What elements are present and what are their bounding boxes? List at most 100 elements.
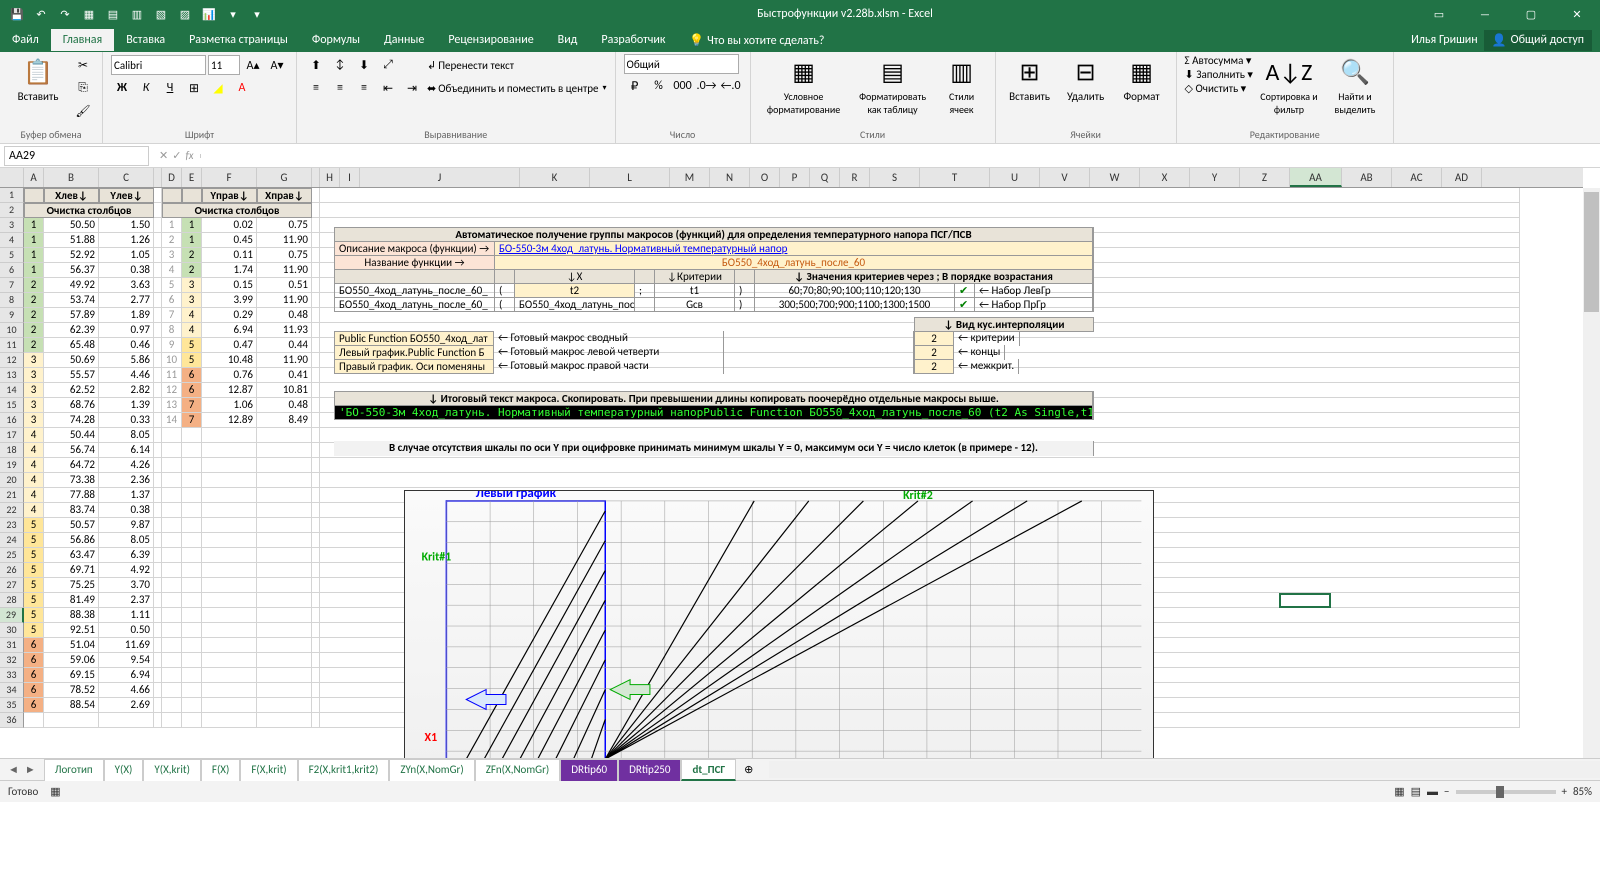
- row-header-19[interactable]: 19: [0, 458, 24, 473]
- zoom-slider[interactable]: [1456, 790, 1556, 794]
- col-header-U[interactable]: U: [990, 168, 1040, 187]
- clear-button[interactable]: ◇ Очистить ▾: [1185, 82, 1253, 95]
- view-normal-icon[interactable]: ▦: [1394, 785, 1404, 798]
- col-header-A[interactable]: A: [24, 168, 44, 187]
- sheet-tab-DRtip250[interactable]: DRtip250: [618, 759, 681, 781]
- row-header-14[interactable]: 14: [0, 383, 24, 398]
- row-header-24[interactable]: 24: [0, 533, 24, 548]
- horizontal-scrollbar[interactable]: [769, 761, 1600, 778]
- row-header-21[interactable]: 21: [0, 488, 24, 503]
- col-header-D[interactable]: D: [162, 168, 182, 187]
- sheet-tab-Y(X)[interactable]: Y(X): [104, 759, 144, 781]
- align-center-icon[interactable]: ≡: [329, 77, 351, 99]
- thousands-icon[interactable]: 000: [672, 75, 694, 97]
- col-header-R[interactable]: R: [840, 168, 870, 187]
- name-box[interactable]: [4, 146, 149, 166]
- new-sheet-button[interactable]: ⊕: [736, 763, 761, 776]
- cancel-fx-icon[interactable]: ✕: [159, 149, 168, 162]
- embedded-chart[interactable]: Левый график Krit#1 Krit#2 X1: [404, 490, 1154, 758]
- undo-icon[interactable]: ↶: [30, 3, 52, 25]
- col-header-P[interactable]: P: [780, 168, 810, 187]
- col-header-AB[interactable]: AB: [1342, 168, 1392, 187]
- row-header-18[interactable]: 18: [0, 443, 24, 458]
- cut-icon[interactable]: ✂: [72, 54, 94, 76]
- orientation-icon[interactable]: ⤢: [377, 54, 399, 76]
- ribbon-options-icon[interactable]: ▭: [1416, 0, 1462, 28]
- align-right-icon[interactable]: ≡: [353, 77, 375, 99]
- qat-more-icon[interactable]: ▾: [246, 3, 268, 25]
- tab-nav-last-icon[interactable]: ►: [25, 763, 36, 776]
- save-icon[interactable]: 💾: [6, 3, 28, 25]
- col-header-J[interactable]: J: [360, 168, 520, 187]
- percent-icon[interactable]: %: [648, 75, 670, 97]
- col-header-B[interactable]: B: [44, 168, 99, 187]
- autosum-button[interactable]: Σ Автосумма ▾: [1185, 54, 1253, 67]
- fx-icon[interactable]: fx: [185, 149, 193, 162]
- row-header-10[interactable]: 10: [0, 323, 24, 338]
- row-header-9[interactable]: 9: [0, 308, 24, 323]
- row-header-31[interactable]: 31: [0, 638, 24, 653]
- align-left-icon[interactable]: ≡: [305, 77, 327, 99]
- tab-layout[interactable]: Разметка страницы: [177, 29, 300, 51]
- shrink-font-icon[interactable]: A▾: [266, 54, 288, 76]
- col-header-T[interactable]: T: [920, 168, 990, 187]
- row-header-15[interactable]: 15: [0, 398, 24, 413]
- qat-icon-2[interactable]: ▤: [102, 3, 124, 25]
- col-header-corner[interactable]: [312, 168, 320, 187]
- sheet-tab-F(X,krit)[interactable]: F(X,krit): [240, 759, 297, 781]
- inc-decimal-icon[interactable]: .0→: [696, 75, 718, 97]
- share-button[interactable]: 👤 Общий доступ: [1484, 30, 1592, 51]
- italic-button[interactable]: К: [135, 77, 157, 99]
- row-header-32[interactable]: 32: [0, 653, 24, 668]
- indent-inc-icon[interactable]: ⇥: [401, 77, 423, 99]
- zoom-out-button[interactable]: −: [1444, 785, 1449, 798]
- align-mid-icon[interactable]: ↕: [329, 54, 351, 76]
- col-header-G[interactable]: G: [257, 168, 312, 187]
- qat-chart-icon[interactable]: 📊: [198, 3, 220, 25]
- enter-fx-icon[interactable]: ✓: [172, 149, 181, 162]
- number-format-combo[interactable]: [624, 54, 739, 74]
- grow-font-icon[interactable]: A▴: [242, 54, 264, 76]
- close-button[interactable]: ✕: [1554, 0, 1600, 28]
- zoom-level[interactable]: 85%: [1573, 785, 1592, 798]
- font-size-combo[interactable]: [208, 55, 240, 75]
- row-header-1[interactable]: 1: [0, 188, 24, 203]
- user-name[interactable]: Илья Гришин: [1411, 33, 1478, 47]
- tab-developer[interactable]: Разработчик: [589, 29, 677, 51]
- col-header-corner[interactable]: [154, 168, 162, 187]
- minimize-button[interactable]: —: [1462, 0, 1508, 28]
- col-header-AD[interactable]: AD: [1442, 168, 1482, 187]
- align-top-icon[interactable]: ⬆: [305, 54, 327, 76]
- row-header-28[interactable]: 28: [0, 593, 24, 608]
- tab-home[interactable]: Главная: [51, 29, 114, 51]
- row-header-3[interactable]: 3: [0, 218, 24, 233]
- paste-button[interactable]: 📋Вставить: [8, 54, 68, 105]
- col-header-Y[interactable]: Y: [1190, 168, 1240, 187]
- sheet-tab-Логотип[interactable]: Логотип: [44, 759, 104, 781]
- col-header-corner[interactable]: [0, 168, 24, 187]
- col-header-S[interactable]: S: [870, 168, 920, 187]
- sort-filter-button[interactable]: A↓ZСортировка и фильтр: [1257, 54, 1321, 118]
- tell-me[interactable]: 💡 Что вы хотите сделать?: [677, 29, 836, 52]
- format-painter-icon[interactable]: 🖌: [72, 100, 94, 122]
- vscroll-thumb[interactable]: [1584, 192, 1599, 312]
- dec-decimal-icon[interactable]: ←.0: [720, 75, 742, 97]
- row-header-23[interactable]: 23: [0, 518, 24, 533]
- row-headers[interactable]: 1234567891011121314151617181920212223242…: [0, 188, 24, 728]
- tab-insert[interactable]: Вставка: [114, 29, 177, 51]
- col-header-L[interactable]: L: [590, 168, 670, 187]
- col-header-N[interactable]: N: [710, 168, 750, 187]
- tab-data[interactable]: Данные: [372, 29, 436, 51]
- cells-area[interactable]: Хлев↓Yлев↓Yправ↓Хправ↓Очистка столбцовОч…: [24, 188, 1583, 758]
- col-header-K[interactable]: K: [520, 168, 590, 187]
- sheet-tab-F2(X,krit1,krit2)[interactable]: F2(X,krit1,krit2): [298, 759, 390, 781]
- row-header-11[interactable]: 11: [0, 338, 24, 353]
- sheet-tab-F(X)[interactable]: F(X): [201, 759, 240, 781]
- currency-icon[interactable]: ₽: [624, 75, 646, 97]
- row-header-33[interactable]: 33: [0, 668, 24, 683]
- delete-button[interactable]: ⊟Удалить: [1060, 54, 1112, 105]
- insert-button[interactable]: ⊞Вставить: [1004, 54, 1056, 105]
- qat-icon-1[interactable]: ▦: [78, 3, 100, 25]
- fill-button[interactable]: ⬇ Заполнить ▾: [1185, 68, 1253, 81]
- col-header-C[interactable]: C: [99, 168, 154, 187]
